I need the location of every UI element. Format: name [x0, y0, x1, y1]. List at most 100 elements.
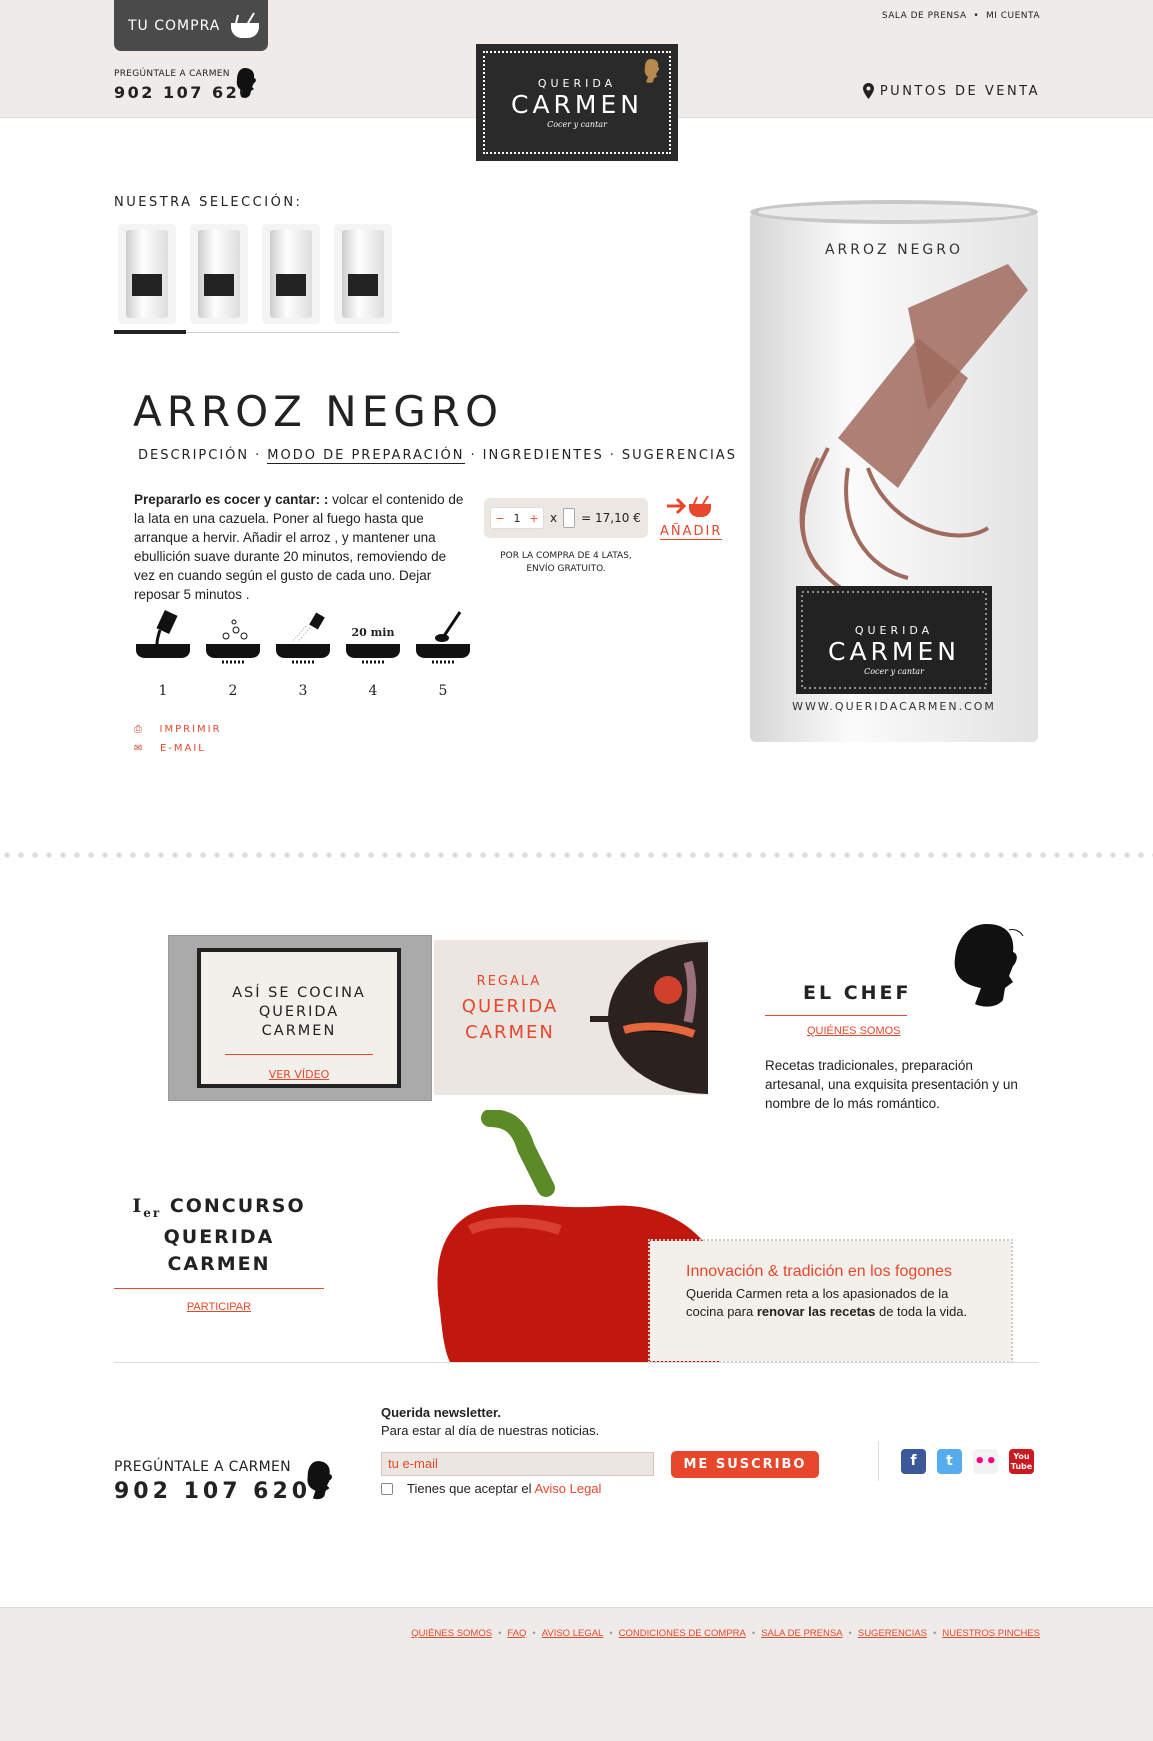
- can-icon: [563, 508, 576, 528]
- logo-main: CARMEN: [511, 90, 643, 119]
- print-label: IMPRIMIR: [159, 724, 222, 735]
- newsletter-sub: Para estar al día de nuestras noticias.: [381, 1423, 600, 1438]
- footer-link-quienes[interactable]: QUIÉNES SOMOS: [411, 1628, 492, 1639]
- video-screen: ASÍ SE COCINA QUERIDA CARMEN VER VÍDEO: [197, 948, 401, 1088]
- footer-link-aviso[interactable]: AVISO LEGAL: [542, 1628, 604, 1639]
- paella-illustration: [590, 942, 708, 1094]
- step-number: 1: [158, 683, 168, 699]
- video-block[interactable]: ASÍ SE COCINA QUERIDA CARMEN VER VÍDEO: [168, 935, 432, 1101]
- tab-descripcion[interactable]: DESCRIPCIÓN: [138, 448, 249, 464]
- subscribe-button[interactable]: ME SUSCRIBO: [671, 1451, 819, 1478]
- svg-text:CARMEN: CARMEN: [828, 637, 960, 666]
- chef-link[interactable]: QUIÉNES SOMOS: [807, 1025, 901, 1037]
- newsletter-title: Querida newsletter.: [381, 1405, 501, 1420]
- cart-label: TU COMPRA: [128, 17, 221, 34]
- tab-modo-preparacion[interactable]: MODO DE PREPARACIÓN: [267, 448, 465, 464]
- arrow-pot-icon: [667, 495, 712, 517]
- map-pin-icon: [862, 83, 874, 99]
- step-number: 5: [438, 683, 448, 699]
- product-tabs: DESCRIPCIÓN · MODO DE PREPARACIÓN · INGRED…: [138, 448, 737, 464]
- cart-button[interactable]: TU COMPRA: [114, 0, 268, 51]
- section-rule: [114, 1362, 1039, 1363]
- chef-text: Recetas tradicionales, preparación artes…: [765, 1058, 1018, 1111]
- contest-heading: Ier CONCURSO: [114, 1195, 324, 1220]
- carmen-silhouette-icon: [307, 1461, 333, 1500]
- flickr-icon[interactable]: ••: [973, 1448, 998, 1474]
- product-title: ARROZ NEGRO: [133, 387, 504, 436]
- add-to-cart-button[interactable]: AÑADIR: [660, 494, 723, 540]
- desc-lead: Prepararlo es cocer y cantar: :: [134, 492, 329, 507]
- price: = 17,10 €: [581, 511, 641, 525]
- minus-button[interactable]: −: [495, 512, 504, 525]
- innovation-card: Innovación & tradición en los fogones Qu…: [648, 1239, 1013, 1363]
- contest-name: QUERIDA CARMEN: [163, 1225, 275, 1275]
- logo-head-icon: [644, 59, 660, 83]
- step-stir-icon: [416, 611, 470, 664]
- site-logo[interactable]: QUERIDA CARMEN Cocer y cantar: [479, 47, 675, 158]
- can-title: ARROZ NEGRO: [824, 242, 963, 258]
- tab-ingredientes[interactable]: INGREDIENTES: [483, 448, 604, 464]
- footer-link-sugerencias[interactable]: SUGERENCIAS: [858, 1628, 927, 1639]
- product-description: Prepararlo es cocer y cantar: : volcar e…: [134, 490, 466, 604]
- email-label: E-MAIL: [159, 743, 206, 754]
- video-link[interactable]: VER VÍDEO: [201, 1065, 397, 1084]
- innovation-text-b: de toda la vida.: [875, 1304, 968, 1319]
- email-link[interactable]: ✉ E-MAIL: [134, 739, 222, 758]
- svg-text:QUERIDA: QUERIDA: [855, 624, 933, 637]
- quantity-box: − 1 + x = 17,10 €: [484, 498, 648, 538]
- footer-link-condiciones[interactable]: CONDICIONES DE COMPRA: [619, 1628, 746, 1639]
- print-link[interactable]: ⎙ IMPRIMIR: [134, 720, 222, 739]
- product-thumb[interactable]: [190, 224, 248, 324]
- step-pour-icon: [136, 609, 190, 658]
- quantity-value: 1: [513, 511, 521, 525]
- link-sala-prensa[interactable]: SALA DE PRENSA: [882, 11, 967, 21]
- footer-links: QUIÉNES SOMOS • FAQ • AVISO LEGAL • CONDICI…: [411, 1628, 1040, 1639]
- contest-block: Ier CONCURSO QUERIDA CARMEN PARTICIPAR: [114, 1195, 324, 1313]
- share-tools: ⎙ IMPRIMIR ✉ E-MAIL: [134, 720, 222, 758]
- step-number: 4: [368, 683, 378, 699]
- product-can-image: QUERIDA CARMEN Cocer y cantar ARROZ NEGR…: [748, 198, 1040, 758]
- aviso-legal-link[interactable]: Aviso Legal: [534, 1481, 601, 1496]
- step-number: 3: [298, 683, 308, 699]
- selection-title: NUESTRA SELECCIÓN:: [114, 195, 303, 210]
- quantity-stepper[interactable]: − 1 +: [490, 507, 544, 529]
- footer-link-faq[interactable]: FAQ: [507, 1628, 526, 1639]
- gift-block[interactable]: REGALA QUERIDA CARMEN: [434, 940, 708, 1095]
- puntos-label: PUNTOS DE VENTA: [879, 83, 1040, 99]
- thumb-active-indicator: [114, 330, 186, 334]
- shipping-promo: POR LA COMPRA DE 4 LATAS, ENVÍO GRATUITO…: [500, 551, 632, 574]
- tab-sugerencias[interactable]: SUGERENCIAS: [622, 448, 737, 464]
- puntos-de-venta-link[interactable]: PUNTOS DE VENTA: [862, 83, 1040, 99]
- facebook-icon[interactable]: f: [901, 1448, 926, 1474]
- plus-button[interactable]: +: [529, 512, 538, 525]
- step-simmer-icon: [346, 644, 400, 664]
- accept-text: Tienes que aceptar el: [407, 1481, 535, 1496]
- product-thumb[interactable]: [262, 224, 320, 324]
- printer-icon: ⎙: [134, 724, 144, 735]
- footer-link-pinches[interactable]: NUESTROS PINCHES: [942, 1628, 1040, 1639]
- innovation-bold: renovar las recetas: [756, 1304, 876, 1319]
- legal-checkbox[interactable]: [381, 1482, 393, 1495]
- logo-sub: Cocer y cantar: [547, 120, 607, 129]
- step-boil-icon: [206, 619, 260, 664]
- innovation-title: Innovación & tradición en los fogones: [686, 1263, 952, 1280]
- gift-small: REGALA: [476, 974, 542, 989]
- gift-big: QUERIDA CARMEN: [461, 996, 559, 1043]
- product-thumb[interactable]: [118, 224, 176, 324]
- link-mi-cuenta[interactable]: MI CUENTA: [986, 11, 1040, 21]
- envelope-icon: ✉: [134, 743, 145, 754]
- phone-number[interactable]: 902 107 620: [114, 1479, 311, 1504]
- product-thumb[interactable]: [334, 224, 392, 324]
- contest-word: CONCURSO: [169, 1195, 306, 1217]
- chef-block: EL CHEF QUIÉNES SOMOS Recetas tradiciona…: [763, 920, 1043, 1120]
- contest-link[interactable]: PARTICIPAR: [114, 1301, 324, 1313]
- youtube-icon[interactable]: You Tube: [1009, 1448, 1034, 1474]
- contest-sup: er: [143, 1205, 162, 1220]
- footer-link-prensa[interactable]: SALA DE PRENSA: [761, 1628, 842, 1639]
- twitter-icon[interactable]: t: [937, 1448, 962, 1474]
- carmen-silhouette-icon: [236, 68, 256, 98]
- email-input[interactable]: tu e-mail: [381, 1452, 654, 1476]
- top-links: SALA DE PRENSA • MI CUENTA: [881, 11, 1040, 21]
- newsletter-heading: Querida newsletter. Para estar al día de…: [381, 1404, 599, 1440]
- desc-body: volcar el contenido de la lata en una ca…: [134, 492, 464, 602]
